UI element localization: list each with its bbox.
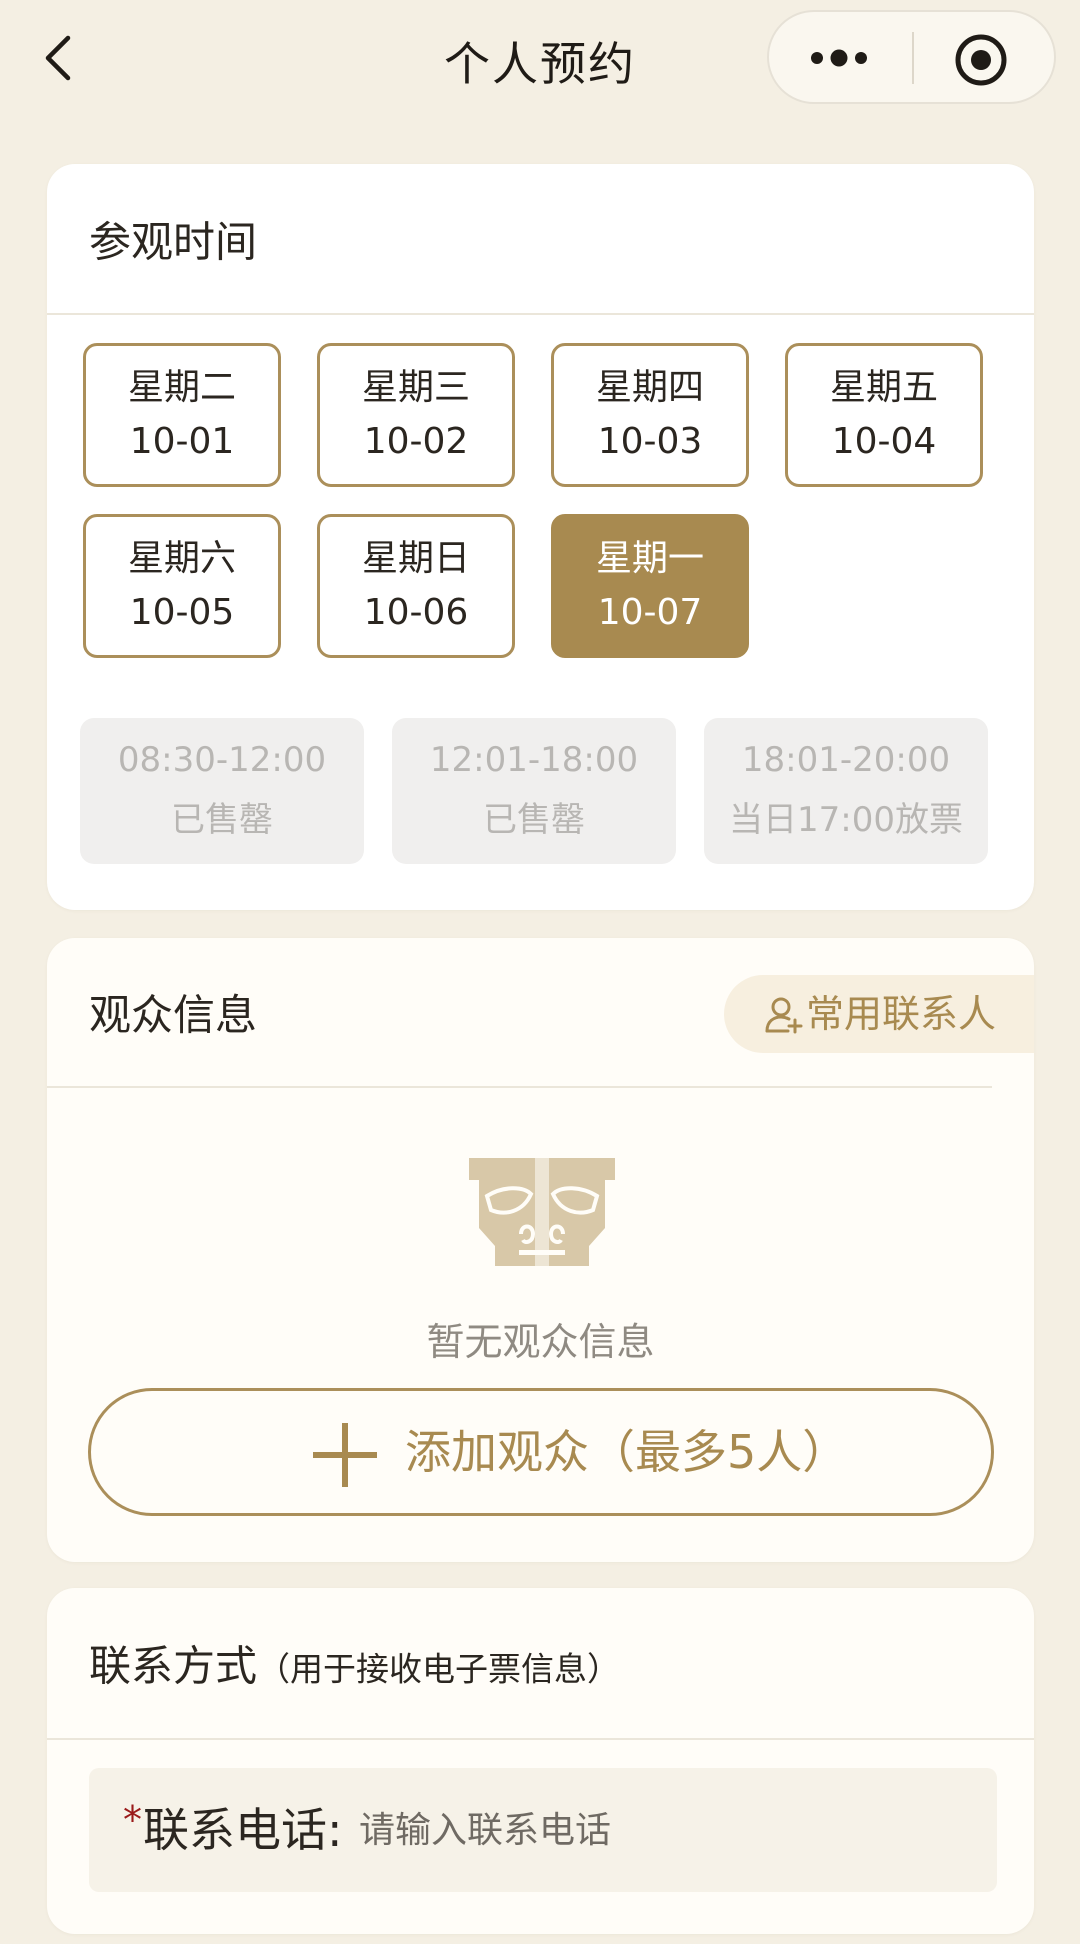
- visit-time-header: 参观时间: [47, 164, 1034, 313]
- date-weekday: 星期五: [829, 367, 938, 408]
- required-mark: *: [123, 1798, 142, 1842]
- time-slot-pending[interactable]: 18:01-20:00 当日17:00放票: [704, 718, 988, 864]
- navigation-bar: 个人预约: [0, 0, 1080, 120]
- date-value: 10-02: [363, 421, 469, 462]
- date-value: 10-05: [129, 592, 235, 633]
- date-option-selected[interactable]: 星期一 10-07: [551, 514, 749, 658]
- date-value: 10-01: [129, 421, 235, 462]
- target-icon: [955, 34, 1007, 86]
- slot-time: 18:01-20:00: [741, 740, 951, 780]
- empty-state-text: 暂无观众信息: [426, 1320, 655, 1364]
- slot-status: 已售罄: [483, 800, 585, 840]
- date-value: 10-04: [831, 421, 937, 462]
- date-option[interactable]: 星期日 10-06: [317, 514, 515, 658]
- phone-label: 联系电话:: [143, 1803, 343, 1857]
- date-weekday: 星期六: [127, 538, 236, 579]
- add-person-icon: [765, 997, 803, 1034]
- time-slot-sold-out[interactable]: 08:30-12:00 已售罄: [80, 718, 364, 864]
- date-value: 10-07: [597, 592, 703, 633]
- more-button[interactable]: [799, 30, 879, 86]
- contact-subtitle: （用于接收电子票信息）: [257, 1649, 621, 1689]
- time-slot-sold-out[interactable]: 12:01-18:00 已售罄: [392, 718, 676, 864]
- more-dots-icon: [811, 49, 867, 67]
- divider: [47, 1086, 992, 1088]
- divider: [47, 1738, 1034, 1740]
- slot-status: 当日17:00放票: [729, 800, 963, 840]
- add-visitor-label: 添加观众（最多5人）: [405, 1425, 849, 1479]
- date-option[interactable]: 星期三 10-02: [317, 343, 515, 487]
- date-option[interactable]: 星期五 10-04: [785, 343, 983, 487]
- date-option[interactable]: 星期四 10-03: [551, 343, 749, 487]
- divider: [47, 313, 1034, 315]
- date-value: 10-03: [597, 421, 703, 462]
- plus-icon: [313, 1423, 377, 1487]
- contact-info-header: 联系方式（用于接收电子票信息）: [47, 1588, 1034, 1738]
- visit-time-title: 参观时间: [89, 217, 258, 266]
- phone-field: * 联系电话:: [89, 1768, 997, 1892]
- visit-time-card: 参观时间 星期二 10-01 星期三 10-02 星期四 10-03 星期五 1…: [47, 164, 1034, 910]
- miniprogram-capsule: [767, 10, 1056, 104]
- date-weekday: 星期三: [361, 367, 470, 408]
- date-weekday: 星期一: [595, 538, 704, 579]
- add-visitor-button[interactable]: 添加观众（最多5人）: [88, 1388, 994, 1516]
- date-option[interactable]: 星期二 10-01: [83, 343, 281, 487]
- contact-title-text: 联系方式: [89, 1641, 258, 1691]
- frequent-contacts-button[interactable]: 常用联系人: [724, 975, 1034, 1053]
- frequent-contacts-label: 常用联系人: [806, 992, 997, 1036]
- visitor-info-header: 观众信息 常用联系人: [47, 938, 1034, 1086]
- contact-info-card: 联系方式（用于接收电子票信息） * 联系电话:: [47, 1588, 1034, 1934]
- contact-info-title: 联系方式（用于接收电子票信息）: [89, 1633, 620, 1694]
- date-weekday: 星期四: [595, 367, 704, 408]
- visitor-info-card: 观众信息 常用联系人 暂无观众信息 添加观众（最多5人）: [47, 938, 1034, 1562]
- date-option[interactable]: 星期六 10-05: [83, 514, 281, 658]
- visitor-info-title: 观众信息: [89, 990, 258, 1040]
- slot-status: 已售罄: [171, 800, 273, 840]
- date-weekday: 星期日: [361, 538, 470, 579]
- date-value: 10-06: [363, 592, 469, 633]
- date-weekday: 星期二: [127, 367, 236, 408]
- mask-emblem-icon: [469, 1158, 615, 1266]
- phone-input[interactable]: [359, 1800, 959, 1860]
- capsule-divider: [912, 32, 914, 84]
- close-miniprogram-button[interactable]: [953, 32, 1009, 88]
- slot-time: 08:30-12:00: [117, 740, 327, 780]
- slot-time: 12:01-18:00: [429, 740, 639, 780]
